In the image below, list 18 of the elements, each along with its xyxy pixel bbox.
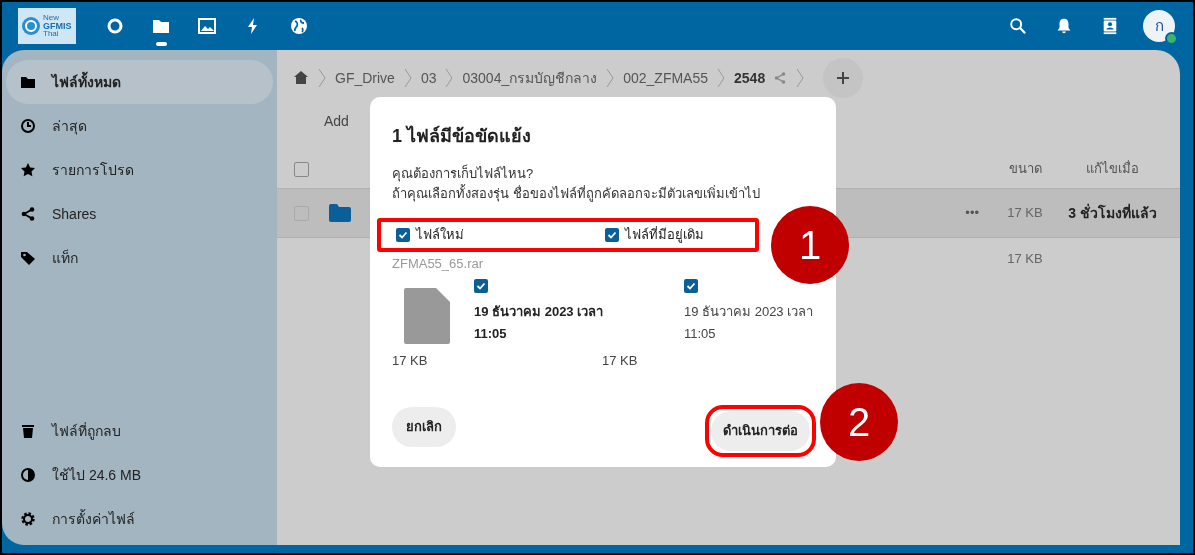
table-cell-text: 17 KB <box>1006 204 1044 223</box>
table-cell-text: 3 ชั่วโมงที่แล้ว <box>1067 202 1158 223</box>
file-size: 17 KB <box>392 351 429 370</box>
logo-text: Thai <box>43 30 60 38</box>
dialog-text: คุณต้องการเก็บไฟล์ไหน? <box>392 164 535 184</box>
summary-size: 17 KB <box>1006 250 1044 269</box>
logo-text: GFMIS <box>43 22 72 30</box>
logo-text: New <box>43 14 60 22</box>
file-time: 11:05 <box>684 324 717 343</box>
file-date: 19 ธันวาคม 2023 เวลา <box>474 302 605 321</box>
dialog-title: 1 ไฟล์มีข้อขัดแย้ง <box>392 124 532 148</box>
file-date: 19 ธันวาคม 2023 เวลา <box>684 302 814 321</box>
file-name: ZFMA55_65.rar <box>392 255 485 273</box>
toolbar-text: Add <box>324 111 349 131</box>
file-time: 11:05 <box>474 324 508 343</box>
file-size: 17 KB <box>602 351 638 370</box>
dialog-text: ถ้าคุณเลือกทั้งสองรุ่น ชื่อของไฟล์ที่ถูกคัดลอกจะมีตัวเลขเพิ่มเข้าไป <box>392 184 761 204</box>
avatar-initial: ก <box>1154 15 1164 36</box>
